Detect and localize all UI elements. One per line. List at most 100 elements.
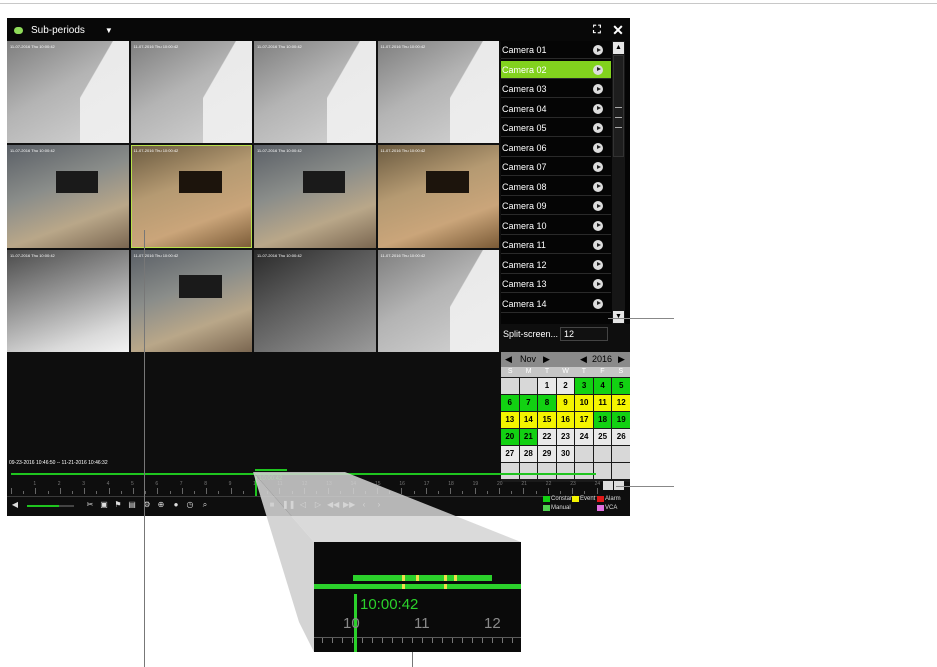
play-icon[interactable] [593,103,603,114]
calendar-day[interactable]: 22 [538,429,556,445]
camera-list-item[interactable]: Camera 14 [501,295,611,313]
calendar-day[interactable]: 9 [556,395,575,411]
calendar-day[interactable]: 16 [556,412,575,428]
scroll-up-icon[interactable]: ▲ [613,42,624,54]
play-icon[interactable] [593,298,603,309]
stop-icon[interactable]: ■ [266,499,278,511]
play-icon[interactable] [593,123,603,133]
split-screen-select[interactable]: 12 [560,327,608,341]
prev-month-icon[interactable]: ◀ [505,354,512,365]
camera-list-item[interactable]: Camera 01 [501,41,611,59]
calendar-day[interactable]: 15 [538,412,556,428]
calendar-day[interactable]: 2 [556,378,575,394]
camera-list-item[interactable]: Camera 12 [501,256,611,274]
camera-tile[interactable]: 11-07-2016 Thu 10:00:42 [254,249,376,352]
camera-list-item[interactable]: Camera 05 [501,119,611,137]
previous-icon[interactable]: ‹ [358,499,370,511]
clip-icon[interactable]: ✂ [84,499,96,511]
calendar-day[interactable]: 5 [612,378,630,394]
playback-mode-dropdown[interactable]: Sub-periods ▼ [14,23,113,37]
camera-list-item[interactable]: Camera 13 [501,275,611,293]
play-icon[interactable] [593,201,603,211]
scroll-thumb[interactable] [613,55,624,157]
next-icon[interactable]: › [373,499,385,511]
timeline-ruler[interactable]: 123456789101112131415161718192021222324 [7,478,602,497]
camera-list-item[interactable]: Camera 06 [501,139,611,157]
camera-list-item[interactable]: Camera 02 [501,60,611,79]
camera-tile[interactable]: 11-07-2016 Thu 10:00:42 [7,145,129,248]
volume-icon[interactable]: ◀ [9,499,21,511]
calendar-day[interactable]: 4 [593,378,612,394]
calendar-day[interactable]: 1 [538,378,556,394]
camera-tile[interactable]: 11-07-2016 Thu 10:00:42 [7,41,129,144]
calendar-day[interactable]: 13 [501,412,519,428]
camera-list-item[interactable]: Camera 08 [501,178,611,196]
camera-list-item[interactable]: Camera 10 [501,217,611,235]
clock-icon[interactable]: ◷ [184,499,196,511]
play-icon[interactable] [593,240,603,250]
calendar-day[interactable]: 23 [556,429,575,445]
calendar-day[interactable]: 21 [519,429,538,445]
camera-list-item[interactable]: Camera 07 [501,158,611,176]
pause-icon[interactable]: ❚❚ [282,499,295,511]
play-circle-icon[interactable]: ● [170,499,182,511]
search-person-icon[interactable]: ⊕ [155,499,167,511]
step-back-icon[interactable]: ◁ [297,499,309,511]
play-icon[interactable] [593,220,603,231]
camera-tile[interactable]: 11-07-2016 Thu 10:00:42 [130,249,252,352]
step-forward-icon[interactable]: ▷ [312,499,324,511]
camera-tile[interactable]: 11-07-2016 Thu 10:00:42 [377,145,499,248]
camera-tile[interactable]: 11-07-2016 Thu 10:00:42 [254,41,376,144]
zoom-search-icon[interactable]: ⌕ [199,499,211,511]
close-icon[interactable]: ✕ [610,22,626,38]
tag-icon[interactable]: ⚑ [112,499,124,511]
play-icon[interactable] [593,142,603,153]
fullscreen-icon[interactable]: ⛶ [589,22,605,38]
play-icon[interactable] [593,279,603,289]
play-icon[interactable] [593,162,603,172]
calendar-day[interactable]: 19 [612,412,630,428]
next-year-icon[interactable]: ▶ [618,354,625,365]
play-icon[interactable] [593,45,603,55]
play-icon[interactable] [593,181,603,192]
calendar-day[interactable]: 25 [593,429,612,445]
calendar-day[interactable]: 20 [501,429,519,445]
camera-list-item[interactable]: Camera 09 [501,197,611,215]
camera-tile[interactable]: 11-07-2016 Thu 10:00:42 [254,145,376,248]
settings-icon[interactable]: ⚙ [141,499,153,511]
camera-list-item[interactable]: Camera 03 [501,80,611,98]
camera-list-item[interactable]: Camera 11 [501,236,611,254]
calendar-day[interactable]: 24 [575,429,593,445]
next-month-icon[interactable]: ▶ [543,354,550,365]
volume-slider-track[interactable] [59,505,74,507]
calendar-day[interactable]: 8 [538,395,556,411]
prev-year-icon[interactable]: ◀ [580,354,587,365]
play-icon[interactable] [593,84,603,94]
calendar-day[interactable]: 7 [519,395,538,411]
calendar-day[interactable]: 18 [593,412,612,428]
export-icon[interactable]: ▤ [126,499,138,511]
camera-list-item[interactable]: Camera 04 [501,100,611,118]
calendar-day[interactable]: 11 [593,395,612,411]
calendar-day[interactable]: 6 [501,395,519,411]
scroll-down-icon[interactable]: ▼ [613,311,624,323]
recording-track[interactable] [11,473,596,475]
playback-cursor[interactable] [255,476,257,496]
camera-tile[interactable]: 11-07-2016 Thu 10:00:42 [377,249,499,352]
calendar-day[interactable]: 14 [519,412,538,428]
calendar-day[interactable]: 3 [575,378,593,394]
camera-tile[interactable]: 11-07-2016 Thu 10:00:42 [7,249,129,352]
play-icon[interactable] [593,259,603,270]
play-icon[interactable] [593,64,603,75]
camera-list-scrollbar[interactable]: ▲ ▼ [612,41,625,324]
camera-tile[interactable]: 11-07-2016 Thu 10:00:42 [130,41,252,144]
calendar-day[interactable]: 17 [575,412,593,428]
calendar-day[interactable]: 10 [575,395,593,411]
volume-slider-fill[interactable] [27,505,59,507]
camera-tile[interactable]: 11-07-2016 Thu 10:00:42 [377,41,499,144]
calendar-day[interactable]: 12 [612,395,630,411]
zoom-out-icon[interactable] [603,481,613,490]
camera-tile[interactable]: 11-07-2016 Thu 10:00:42 [130,145,252,248]
rewind-icon[interactable]: ◀◀ [327,499,339,511]
fast-forward-icon[interactable]: ▶▶ [343,499,355,511]
